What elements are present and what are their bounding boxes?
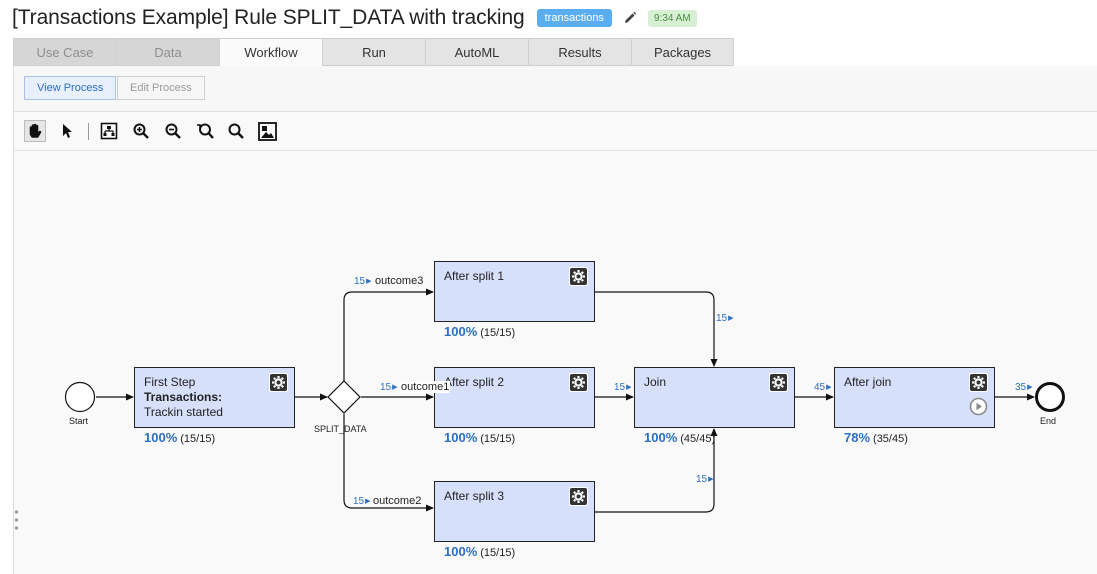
task-after-split-3-label: After split 3 <box>444 489 505 503</box>
process-diagram-canvas[interactable]: Start End SPLIT_DATA 15▶ outcome3 15▶ 15… <box>14 152 1097 574</box>
flow-count-split1-join: 15▶ <box>716 313 734 324</box>
toolbar-divider <box>88 123 89 140</box>
main-tabs: Use Case Data Workflow Run AutoML Result… <box>13 38 734 66</box>
process-mode-bar: View Process Edit Process <box>14 66 1097 112</box>
flow-label-outcome1: outcome1 <box>400 381 451 393</box>
task-after-join-progress: 78% (35/45) <box>844 430 908 445</box>
gear-icon[interactable] <box>769 373 788 392</box>
tab-results[interactable]: Results <box>528 38 631 66</box>
flow-count-outcome2: 15▶ <box>353 496 371 507</box>
task-first-step[interactable]: First Step Transactions: Trackin started <box>134 367 295 428</box>
task-join-label: Join <box>644 375 667 389</box>
time-badge: 9:34 AM <box>647 9 697 27</box>
edit-process-button[interactable]: Edit Process <box>117 76 205 100</box>
diagram-toolbar <box>14 112 1097 151</box>
edge-outcome3 <box>343 288 434 381</box>
overview-icon[interactable] <box>256 120 278 142</box>
start-event <box>64 381 96 413</box>
gear-icon[interactable] <box>569 373 588 392</box>
flow-label-outcome3: outcome3 <box>374 275 425 287</box>
task-after-split-3-progress: 100% (15/15) <box>444 544 516 559</box>
gear-icon[interactable] <box>269 373 288 392</box>
zoom-fit-icon[interactable] <box>225 120 247 142</box>
zoom-out-icon[interactable] <box>162 120 184 142</box>
gateway-label: SPLIT_DATA <box>314 424 367 434</box>
auto-layout-icon[interactable] <box>98 120 120 142</box>
panel-resize-grip[interactable] <box>14 508 19 532</box>
task-join-progress: 100% (45/45) <box>644 430 716 445</box>
zoom-in-icon[interactable] <box>130 120 152 142</box>
flow-count-split3-join: 15▶ <box>696 474 714 485</box>
tab-run[interactable]: Run <box>322 38 425 66</box>
task-join[interactable]: Join <box>634 367 795 428</box>
task-after-split-2-progress: 100% (15/15) <box>444 430 516 445</box>
pointer-tool-icon[interactable] <box>56 120 78 142</box>
flow-count-outcome3: 15▶ <box>354 276 372 287</box>
task-first-step-progress: 100% (15/15) <box>144 430 216 445</box>
end-label: End <box>1040 416 1057 426</box>
pencil-icon[interactable] <box>622 10 638 26</box>
tab-use-case[interactable]: Use Case <box>13 38 116 66</box>
tab-automl[interactable]: AutoML <box>425 38 528 66</box>
tab-workflow[interactable]: Workflow <box>219 38 322 66</box>
tab-data[interactable]: Data <box>116 38 219 66</box>
task-after-split-1[interactable]: After split 1 <box>434 261 595 322</box>
gear-icon[interactable] <box>969 373 988 392</box>
page-header: [Transactions Example] Rule SPLIT_DATA w… <box>12 4 697 32</box>
split-gateway <box>327 380 361 414</box>
task-after-split-2-label: After split 2 <box>444 375 505 389</box>
task-after-split-3[interactable]: After split 3 <box>434 481 595 542</box>
zoom-reset-icon[interactable] <box>194 120 216 142</box>
task-after-join-label: After join <box>844 375 892 389</box>
task-after-split-1-progress: 100% (15/15) <box>444 324 516 339</box>
flow-count-split2-join: 15▶ <box>614 382 632 393</box>
task-first-step-label: First Step Transactions: Trackin started <box>144 375 223 419</box>
gear-icon[interactable] <box>569 267 588 286</box>
task-after-join[interactable]: After join <box>834 367 995 428</box>
tag-badge[interactable]: transactions <box>536 9 612 27</box>
play-circle-icon[interactable] <box>969 397 988 416</box>
page-title: [Transactions Example] Rule SPLIT_DATA w… <box>12 6 525 29</box>
flow-count-join-after: 45▶ <box>814 382 832 393</box>
hand-tool-icon[interactable] <box>24 120 46 142</box>
gear-icon[interactable] <box>569 487 588 506</box>
flow-label-outcome2: outcome2 <box>372 495 423 507</box>
end-event <box>1035 382 1065 412</box>
task-after-split-1-label: After split 1 <box>444 269 505 283</box>
tab-packages[interactable]: Packages <box>631 38 734 66</box>
flow-count-outcome1: 15▶ <box>380 382 398 393</box>
flow-count-after-end: 35▶ <box>1015 382 1033 393</box>
workflow-panel: View Process Edit Process Start End SPLI… <box>13 66 1097 574</box>
view-process-button[interactable]: View Process <box>24 76 117 100</box>
start-label: Start <box>69 416 89 426</box>
task-after-split-2[interactable]: After split 2 <box>434 367 595 428</box>
edge-split1-join <box>595 291 718 367</box>
